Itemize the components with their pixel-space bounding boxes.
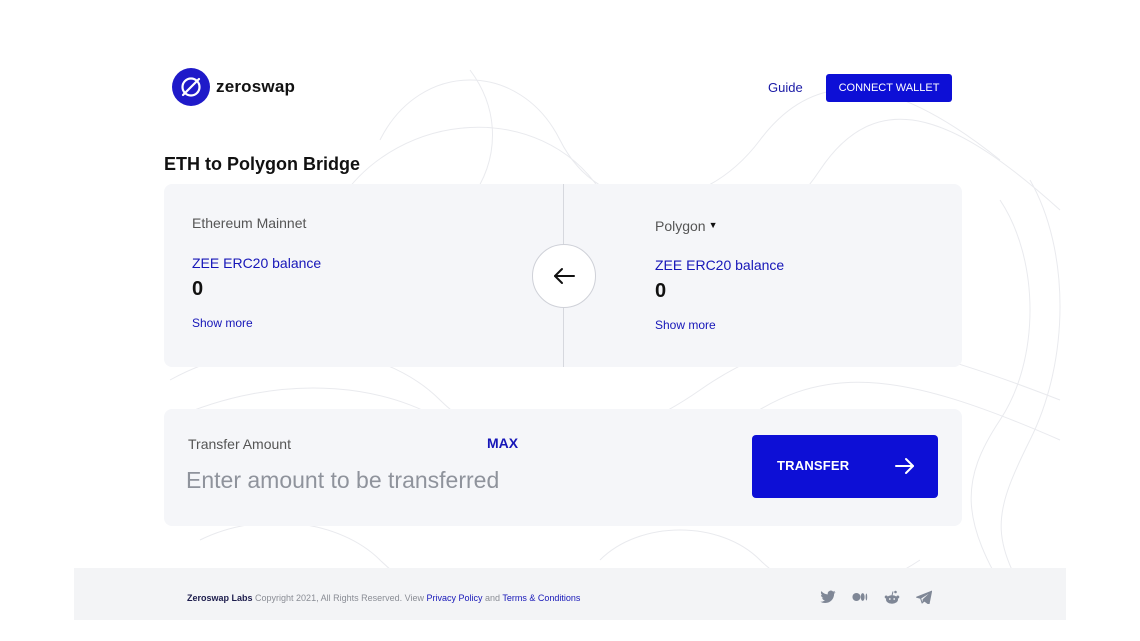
zeroswap-logo-icon [172, 68, 210, 106]
page-title: ETH to Polygon Bridge [164, 154, 360, 174]
destination-network-dropdown[interactable]: Polygon ▼ [655, 218, 718, 234]
footer: Zeroswap Labs Copyright 2021, All Rights… [74, 568, 1066, 620]
logo-wordmark: zeroswap [216, 77, 296, 96]
twitter-icon[interactable] [820, 589, 836, 605]
reddit-icon[interactable] [884, 589, 900, 605]
transfer-amount-label: Transfer Amount [188, 436, 291, 452]
medium-icon[interactable] [852, 589, 868, 605]
source-show-more-link[interactable]: Show more [192, 316, 253, 330]
swap-direction-button[interactable] [532, 244, 596, 308]
privacy-policy-link[interactable]: Privacy Policy [426, 593, 482, 603]
footer-copyright-text: Copyright 2021, All Rights Reserved. Vie… [252, 593, 427, 603]
telegram-icon[interactable] [916, 589, 932, 605]
terms-conditions-link[interactable]: Terms & Conditions [502, 593, 580, 603]
top-navigation: zeroswap Guide CONNECT WALLET [172, 68, 952, 110]
zeroswap-logo[interactable]: zeroswap [172, 68, 295, 106]
max-button[interactable]: MAX [487, 435, 518, 451]
arrow-right-icon [895, 458, 914, 474]
source-balance-value: 0 [192, 278, 204, 300]
destination-balance-label: ZEE ERC20 balance [655, 257, 785, 273]
source-network-name: Ethereum Mainnet [192, 215, 307, 231]
social-links [820, 589, 948, 605]
transfer-card: Transfer Amount MAX TRANSFER [164, 409, 962, 526]
destination-network-name: Polygon [655, 218, 706, 234]
transfer-button[interactable]: TRANSFER [752, 435, 938, 498]
transfer-button-label: TRANSFER [777, 458, 850, 473]
footer-copyright: Zeroswap Labs Copyright 2021, All Rights… [187, 593, 580, 603]
arrow-left-icon [554, 268, 575, 284]
guide-link[interactable]: Guide [768, 80, 803, 95]
destination-balance-value: 0 [655, 280, 667, 302]
transfer-amount-input[interactable] [186, 463, 706, 497]
footer-and-text: and [482, 593, 503, 603]
source-balance-label: ZEE ERC20 balance [192, 255, 322, 271]
destination-show-more-link[interactable]: Show more [655, 318, 716, 332]
caret-down-icon: ▼ [708, 220, 718, 230]
footer-brand: Zeroswap Labs [187, 593, 253, 603]
bridge-card: Ethereum Mainnet ZEE ERC20 balance 0 Sho… [164, 184, 962, 367]
connect-wallet-button[interactable]: CONNECT WALLET [826, 74, 952, 102]
